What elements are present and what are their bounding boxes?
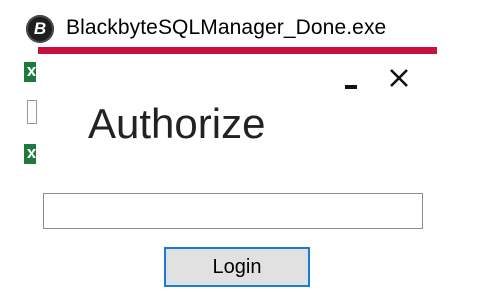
excel-file-icon[interactable] (24, 144, 36, 164)
blackbyte-app-icon: B (26, 15, 54, 43)
login-button[interactable]: Login (164, 247, 310, 287)
close-button[interactable] (385, 64, 413, 92)
file-name-label: BlackbyteSQLManager_Done.exe (66, 16, 387, 39)
minimize-icon (345, 85, 357, 89)
dialog-title: Authorize (88, 100, 266, 147)
accent-bar (38, 47, 437, 54)
authorization-input[interactable] (43, 193, 423, 229)
document-file-icon[interactable] (27, 100, 37, 124)
excel-file-icon[interactable] (24, 62, 36, 82)
close-icon (390, 69, 408, 87)
file-list-item[interactable]: B BlackbyteSQLManager_Done.exe (0, 12, 488, 46)
authorize-dialog: Authorize Login (38, 54, 470, 292)
minimize-button[interactable] (341, 68, 363, 94)
